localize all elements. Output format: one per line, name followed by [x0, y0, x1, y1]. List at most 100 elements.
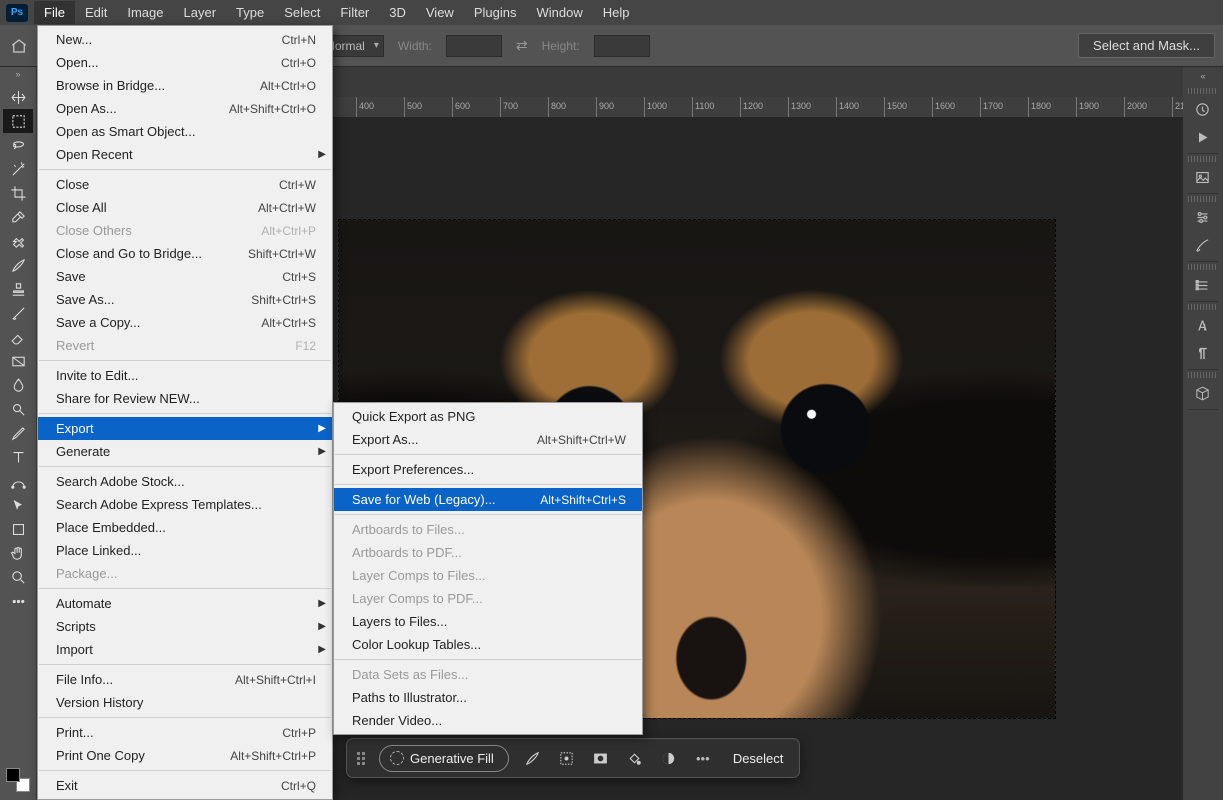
menu-item-share-for-review-new[interactable]: Share for Review NEW...	[38, 387, 332, 410]
tool-shape[interactable]	[3, 517, 33, 541]
menu-plugins[interactable]: Plugins	[464, 1, 527, 24]
tool-marquee[interactable]	[3, 109, 33, 133]
foreground-background-chips[interactable]	[0, 760, 36, 800]
menu-item-save-as[interactable]: Save As...Shift+Ctrl+S	[38, 288, 332, 311]
menu-item-quick-export-as-png[interactable]: Quick Export as PNG	[334, 405, 642, 428]
clock-icon[interactable]	[1188, 95, 1216, 123]
menu-item-close-and-go-to-bridge[interactable]: Close and Go to Bridge...Shift+Ctrl+W	[38, 242, 332, 265]
adjust-select-icon[interactable]	[557, 748, 577, 768]
home-icon[interactable]	[8, 35, 30, 57]
select-and-mask-button[interactable]: Select and Mask...	[1078, 33, 1215, 58]
brush-icon[interactable]	[523, 748, 543, 768]
menu-item-invite-to-edit[interactable]: Invite to Edit...	[38, 364, 332, 387]
menu-item-scripts[interactable]: Scripts▶	[38, 615, 332, 638]
menu-item-version-history[interactable]: Version History	[38, 691, 332, 714]
para-icon[interactable]	[1188, 339, 1216, 367]
tool-brush[interactable]	[3, 253, 33, 277]
contextual-task-bar[interactable]: Generative Fill ••• Deselect	[346, 738, 800, 778]
menu-item-file-info[interactable]: File Info...Alt+Shift+Ctrl+I	[38, 668, 332, 691]
tool-lasso[interactable]	[3, 133, 33, 157]
menu-view[interactable]: View	[416, 1, 464, 24]
menu-type[interactable]: Type	[226, 1, 274, 24]
menu-item-color-lookup-tables[interactable]: Color Lookup Tables...	[334, 633, 642, 656]
menu-item-open[interactable]: Open...Ctrl+O	[38, 51, 332, 74]
mask-icon[interactable]	[591, 748, 611, 768]
menu-layer[interactable]: Layer	[174, 1, 227, 24]
menu-item-exit[interactable]: ExitCtrl+Q	[38, 774, 332, 797]
menu-file[interactable]: File	[34, 1, 75, 24]
menu-item-browse-in-bridge[interactable]: Browse in Bridge...Alt+Ctrl+O	[38, 74, 332, 97]
menu-item-place-linked[interactable]: Place Linked...	[38, 539, 332, 562]
menu-select[interactable]: Select	[274, 1, 330, 24]
menu-item-print[interactable]: Print...Ctrl+P	[38, 721, 332, 744]
tool-history[interactable]	[3, 301, 33, 325]
menu-help[interactable]: Help	[593, 1, 640, 24]
picture-icon[interactable]	[1188, 163, 1216, 191]
collapse-icon[interactable]: »	[2, 69, 34, 81]
brush-lib-icon[interactable]	[1188, 231, 1216, 259]
fill-icon[interactable]	[625, 748, 645, 768]
menu-filter[interactable]: Filter	[330, 1, 379, 24]
layers-list-icon[interactable]	[1188, 271, 1216, 299]
menu-item-save-a-copy[interactable]: Save a Copy...Alt+Ctrl+S	[38, 311, 332, 334]
tool-heal[interactable]	[3, 229, 33, 253]
menu-item-import[interactable]: Import▶	[38, 638, 332, 661]
menu-item-close-all[interactable]: Close AllAlt+Ctrl+W	[38, 196, 332, 219]
generative-fill-button[interactable]: Generative Fill	[379, 745, 509, 772]
menu-item-save-for-web-legacy[interactable]: Save for Web (Legacy)...Alt+Shift+Ctrl+S	[334, 488, 642, 511]
tool-move[interactable]	[3, 85, 33, 109]
tool-blur[interactable]	[3, 373, 33, 397]
invert-icon[interactable]	[659, 748, 679, 768]
tool-dots[interactable]	[3, 589, 33, 613]
tool-stamp[interactable]	[3, 277, 33, 301]
menu-item-open-recent[interactable]: Open Recent▶	[38, 143, 332, 166]
panel-drag-handle[interactable]	[1188, 88, 1216, 94]
menu-item-export[interactable]: Export▶	[38, 417, 332, 440]
menu-item-open-as-smart-object[interactable]: Open as Smart Object...	[38, 120, 332, 143]
menu-window[interactable]: Window	[526, 1, 592, 24]
panel-drag-handle[interactable]	[1188, 304, 1216, 310]
menu-image[interactable]: Image	[117, 1, 173, 24]
adjust-list-icon[interactable]	[1188, 203, 1216, 231]
drag-handle-icon[interactable]	[357, 752, 365, 765]
tool-eraser[interactable]	[3, 325, 33, 349]
tool-crop[interactable]	[3, 181, 33, 205]
more-icon[interactable]: •••	[693, 748, 713, 768]
cube-icon[interactable]	[1188, 379, 1216, 407]
menu-item-layers-to-files[interactable]: Layers to Files...	[334, 610, 642, 633]
deselect-button[interactable]: Deselect	[727, 751, 790, 766]
char-a-icon[interactable]	[1188, 311, 1216, 339]
collapse-icon[interactable]: «	[1187, 71, 1219, 83]
menu-edit[interactable]: Edit	[75, 1, 117, 24]
menu-item-search-adobe-express-templates[interactable]: Search Adobe Express Templates...	[38, 493, 332, 516]
menu-3d[interactable]: 3D	[379, 1, 416, 24]
tool-hand[interactable]	[3, 541, 33, 565]
menu-item-export-as[interactable]: Export As...Alt+Shift+Ctrl+W	[334, 428, 642, 451]
panel-drag-handle[interactable]	[1188, 372, 1216, 378]
menu-item-close[interactable]: CloseCtrl+W	[38, 173, 332, 196]
menu-item-print-one-copy[interactable]: Print One CopyAlt+Shift+Ctrl+P	[38, 744, 332, 767]
tool-wand[interactable]	[3, 157, 33, 181]
menu-item-search-adobe-stock[interactable]: Search Adobe Stock...	[38, 470, 332, 493]
play-icon[interactable]	[1188, 123, 1216, 151]
panel-drag-handle[interactable]	[1188, 196, 1216, 202]
menu-item-paths-to-illustrator[interactable]: Paths to Illustrator...	[334, 686, 642, 709]
menu-item-place-embedded[interactable]: Place Embedded...	[38, 516, 332, 539]
panel-drag-handle[interactable]	[1188, 264, 1216, 270]
menu-item-generate[interactable]: Generate▶	[38, 440, 332, 463]
menu-item-save[interactable]: SaveCtrl+S	[38, 265, 332, 288]
tool-select[interactable]	[3, 493, 33, 517]
menu-item-open-as[interactable]: Open As...Alt+Shift+Ctrl+O	[38, 97, 332, 120]
tool-zoom[interactable]	[3, 565, 33, 589]
tool-text[interactable]	[3, 445, 33, 469]
menu-item-automate[interactable]: Automate▶	[38, 592, 332, 615]
tool-dodge[interactable]	[3, 397, 33, 421]
tool-path[interactable]	[3, 469, 33, 493]
panel-drag-handle[interactable]	[1188, 156, 1216, 162]
tool-eyedrop[interactable]	[3, 205, 33, 229]
menu-item-export-preferences[interactable]: Export Preferences...	[334, 458, 642, 481]
menu-item-render-video[interactable]: Render Video...	[334, 709, 642, 732]
tool-gradient[interactable]	[3, 349, 33, 373]
menu-item-new[interactable]: New...Ctrl+N	[38, 28, 332, 51]
tool-pen[interactable]	[3, 421, 33, 445]
